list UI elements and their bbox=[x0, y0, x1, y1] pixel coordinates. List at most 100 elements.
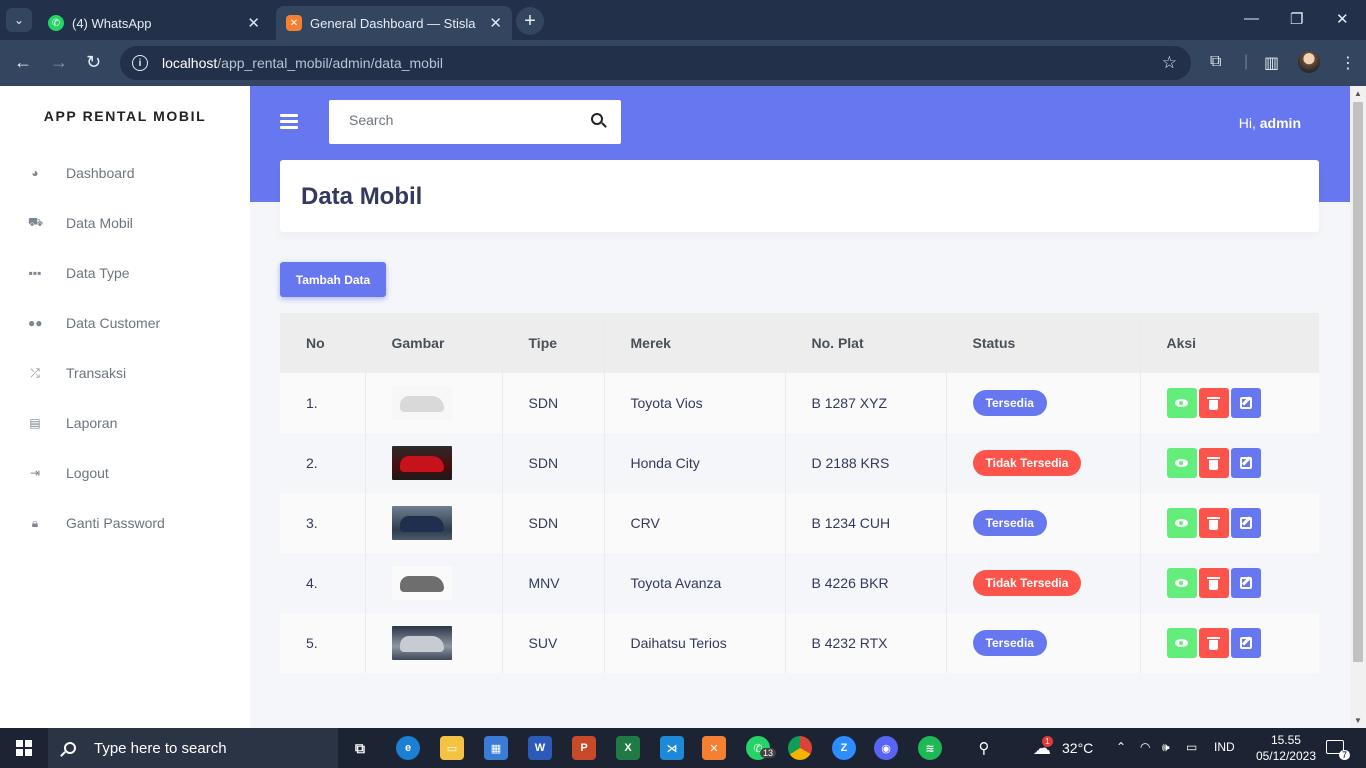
xampp-icon[interactable]: ✕ bbox=[702, 736, 726, 760]
scroll-up-icon[interactable]: ▲ bbox=[1354, 89, 1362, 98]
license-plate: D 2188 KRS bbox=[785, 433, 947, 493]
discord-icon[interactable]: ◉ bbox=[874, 736, 898, 760]
forward-icon[interactable]: → bbox=[50, 52, 68, 73]
restore-icon[interactable]: ❐ bbox=[1290, 10, 1303, 28]
sidebar-item-label: Dashboard bbox=[66, 165, 135, 181]
scroll-down-icon[interactable]: ▼ bbox=[1354, 716, 1362, 725]
windows-start-icon[interactable] bbox=[16, 740, 32, 756]
chrome-icon[interactable] bbox=[788, 736, 812, 760]
sidebar-item-label: Data Mobil bbox=[66, 215, 133, 231]
back-icon[interactable]: ← bbox=[14, 52, 32, 73]
sidebar-item-label: Data Customer bbox=[66, 315, 161, 331]
sidebar-item-data-customer[interactable]: ●● Data Customer bbox=[0, 303, 250, 343]
table-header-row: No Gambar Tipe Merek No. Plat Status Aks… bbox=[280, 313, 1319, 373]
delete-button[interactable] bbox=[1198, 508, 1229, 538]
page-scrollbar[interactable]: ▲ ▼ bbox=[1350, 86, 1366, 728]
column-header: No. Plat bbox=[785, 313, 947, 373]
edit-button[interactable] bbox=[1230, 628, 1261, 658]
store-icon[interactable]: ▦ bbox=[484, 736, 508, 760]
weather-badge: 1 bbox=[1042, 736, 1053, 747]
network-icon[interactable]: ▭ bbox=[1186, 740, 1197, 754]
close-window-icon[interactable]: ✕ bbox=[1336, 10, 1349, 28]
table-row: 5. SUV Daihatsu Terios B 4232 RTX Tersed… bbox=[280, 613, 1319, 673]
search-input[interactable] bbox=[349, 112, 579, 128]
new-tab-button[interactable]: + bbox=[516, 7, 544, 35]
vscode-icon[interactable]: ⋊ bbox=[660, 736, 684, 760]
clock-time: 15.55 bbox=[1270, 733, 1301, 747]
wifi-icon[interactable]: ◠ bbox=[1140, 740, 1150, 754]
delete-button[interactable] bbox=[1198, 568, 1229, 598]
volume-icon[interactable]: 🕪︎ bbox=[1162, 740, 1170, 755]
edit-button[interactable] bbox=[1230, 388, 1261, 418]
brand-title[interactable]: APP RENTAL MOBIL bbox=[0, 108, 250, 124]
tab-search-button[interactable]: ⌄ bbox=[6, 8, 32, 32]
eye-icon bbox=[1175, 639, 1188, 647]
column-header: No bbox=[280, 313, 366, 373]
section-header: Data Mobil bbox=[280, 160, 1319, 232]
view-button[interactable] bbox=[1166, 568, 1197, 598]
minimize-icon[interactable]: — bbox=[1244, 10, 1259, 27]
zoom-icon[interactable]: Z bbox=[832, 736, 856, 760]
url-field[interactable]: i localhost/app_rental_mobil/admin/data_… bbox=[120, 46, 1191, 80]
tray-chevron-icon[interactable]: ⌃ bbox=[1116, 740, 1126, 754]
table-row: 4. MNV Toyota Avanza B 4226 BKR Tidak Te… bbox=[280, 553, 1319, 613]
delete-button[interactable] bbox=[1198, 388, 1229, 418]
sidebar-item-data-type[interactable]: ▪▪▪ Data Type bbox=[0, 253, 250, 293]
site-info-icon[interactable]: i bbox=[132, 55, 148, 71]
sidebar-item-data-mobil[interactable]: ⛟ Data Mobil bbox=[0, 203, 250, 243]
spotify-icon[interactable]: ≋ bbox=[918, 736, 942, 760]
edit-button[interactable] bbox=[1230, 508, 1261, 538]
search-icon bbox=[64, 742, 76, 754]
edge-icon[interactable]: e bbox=[396, 736, 420, 760]
side-panel-icon[interactable]: ▥ bbox=[1264, 53, 1279, 73]
bookmark-star-icon[interactable]: ☆ bbox=[1162, 53, 1177, 73]
profile-avatar[interactable] bbox=[1298, 51, 1320, 73]
powerpoint-icon[interactable]: P bbox=[572, 736, 596, 760]
edit-button[interactable] bbox=[1230, 448, 1261, 478]
hamburger-menu-icon[interactable] bbox=[280, 114, 298, 129]
sidebar-item-logout[interactable]: ⇥ Logout bbox=[0, 453, 250, 493]
close-tab-icon[interactable]: ✕ bbox=[489, 14, 502, 32]
delete-button[interactable] bbox=[1198, 628, 1229, 658]
view-button[interactable] bbox=[1166, 388, 1197, 418]
scrollbar-thumb[interactable] bbox=[1353, 102, 1363, 662]
tab-whatsapp[interactable]: ✆ (4) WhatsApp ✕ bbox=[38, 6, 270, 40]
reload-icon[interactable]: ↻ bbox=[86, 52, 101, 73]
table-row: 1. SDN Toyota Vios B 1287 XYZ Tersedia bbox=[280, 373, 1319, 433]
view-button[interactable] bbox=[1166, 448, 1197, 478]
task-view-icon[interactable]: ⧉ bbox=[348, 736, 372, 760]
temperature[interactable]: 32°C bbox=[1062, 740, 1093, 756]
sidebar-item-laporan[interactable]: ▤ Laporan bbox=[0, 403, 250, 443]
edit-button[interactable] bbox=[1230, 568, 1261, 598]
delete-button[interactable] bbox=[1198, 448, 1229, 478]
sidebar-item-transaksi[interactable]: ⤮ Transaksi bbox=[0, 353, 250, 393]
sidebar-item-ganti-password[interactable]: 🔒︎ Ganti Password bbox=[0, 503, 250, 543]
view-button[interactable] bbox=[1166, 508, 1197, 538]
clock-date: 05/12/2023 bbox=[1255, 749, 1316, 763]
excel-icon[interactable]: X bbox=[616, 736, 640, 760]
car-thumbnail bbox=[391, 386, 452, 420]
language-indicator[interactable]: IND bbox=[1214, 740, 1235, 754]
search-icon[interactable] bbox=[591, 113, 603, 125]
browser-menu-icon[interactable]: ⋮ bbox=[1340, 53, 1356, 73]
row-number: 2. bbox=[280, 433, 366, 493]
windows-taskbar: Type here to search ⧉ e ▭ ▦ W P X ⋊ ✕ ✆ … bbox=[0, 728, 1366, 768]
word-icon[interactable]: W bbox=[528, 736, 552, 760]
tab-dashboard[interactable]: ✕ General Dashboard — Stisla ✕ bbox=[276, 6, 512, 40]
close-tab-icon[interactable]: ✕ bbox=[247, 14, 260, 32]
clock[interactable]: 15.55 05/12/2023 bbox=[1256, 732, 1316, 764]
people-icon[interactable]: ⚲ bbox=[972, 736, 996, 760]
column-header: Tipe bbox=[502, 313, 605, 373]
status-badge: Tersedia bbox=[972, 510, 1047, 536]
view-button[interactable] bbox=[1166, 628, 1197, 658]
add-data-button[interactable]: Tambah Data bbox=[280, 262, 386, 297]
sidebar-item-dashboard[interactable]: ◕ Dashboard bbox=[0, 153, 250, 193]
user-greeting[interactable]: Hi, admin bbox=[1239, 115, 1301, 131]
eye-icon bbox=[1175, 459, 1188, 467]
url-host: localhost bbox=[162, 55, 218, 71]
file-explorer-icon[interactable]: ▭ bbox=[440, 736, 464, 760]
sidebar: APP RENTAL MOBIL ◕ Dashboard ⛟ Data Mobi… bbox=[0, 86, 250, 728]
taskbar-search[interactable]: Type here to search bbox=[48, 728, 338, 768]
extensions-icon[interactable]: ⧉ bbox=[1210, 53, 1221, 71]
table-row: 3. SDN CRV B 1234 CUH Tersedia bbox=[280, 493, 1319, 553]
